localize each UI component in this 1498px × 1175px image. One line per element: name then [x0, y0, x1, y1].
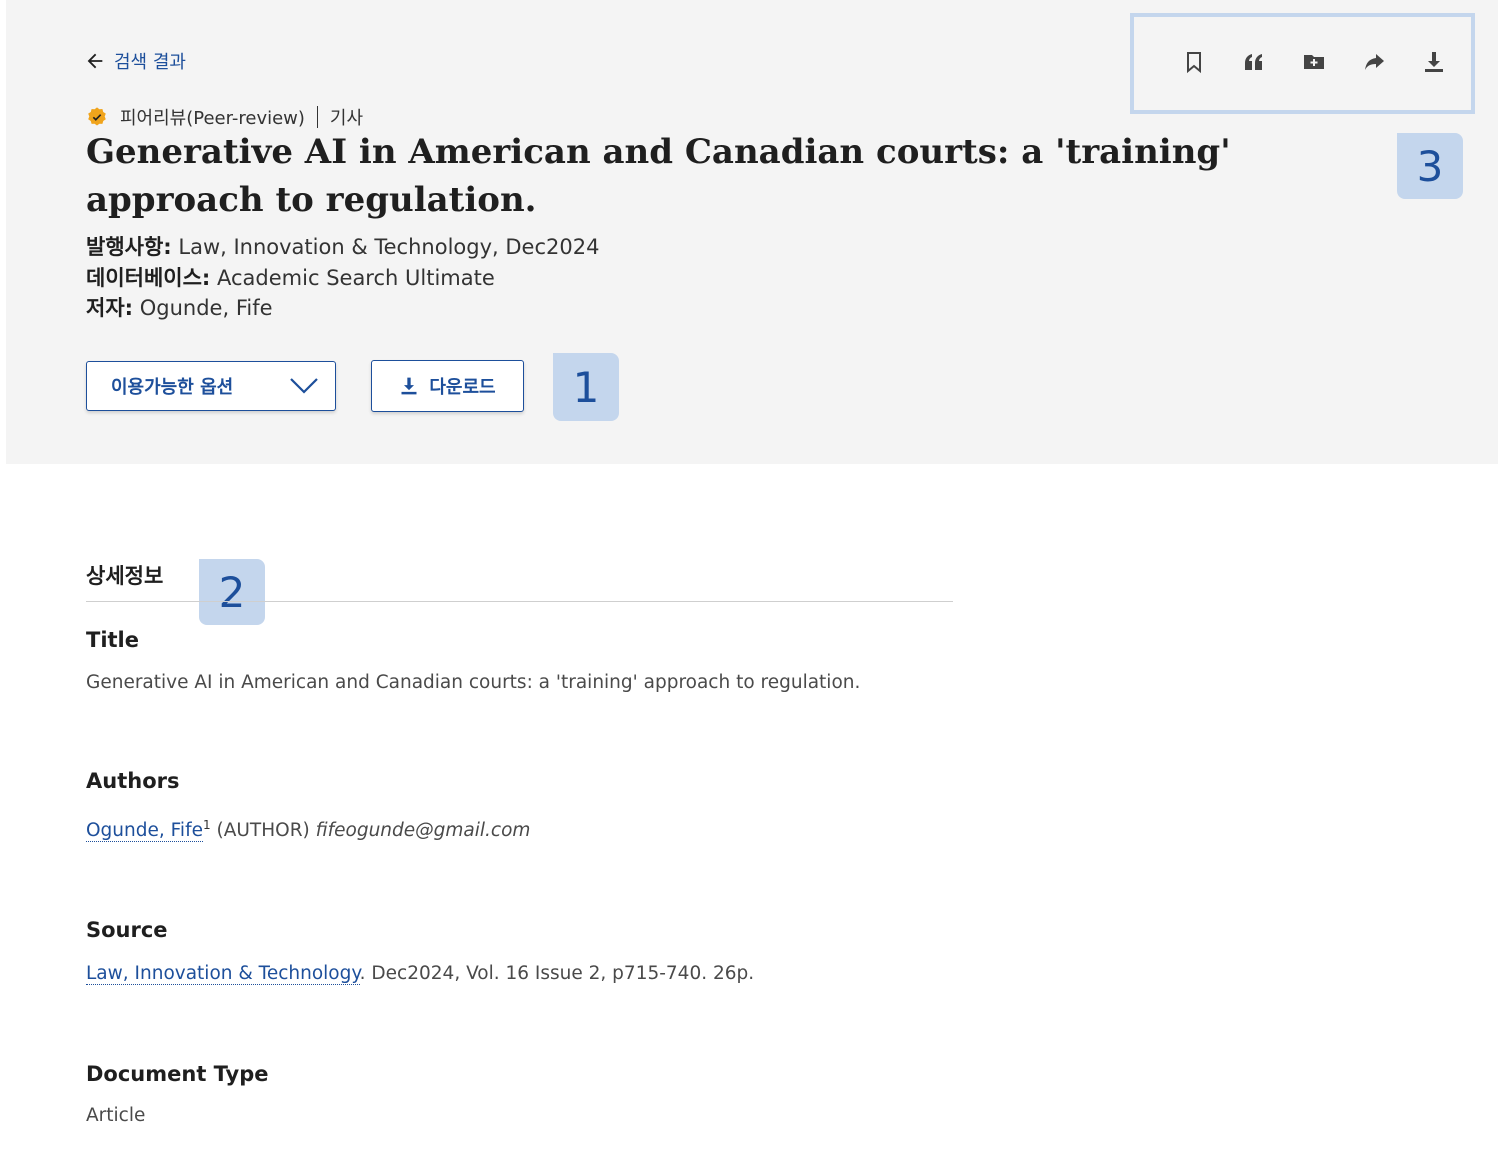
share-button[interactable] [1344, 44, 1404, 80]
article-info: 발행사항: Law, Innovation & Technology, Dec2… [86, 232, 599, 324]
callout-badge-2: 2 [199, 559, 265, 625]
share-icon [1365, 54, 1384, 70]
cite-button[interactable] [1224, 44, 1284, 80]
bookmark-icon [1187, 52, 1201, 74]
author-link[interactable]: Ogunde, Fife [86, 820, 203, 843]
back-to-results-link[interactable]: 검색 결과 [84, 48, 186, 74]
title-field-value: Generative AI in American and Canadian c… [86, 672, 861, 693]
available-options-dropdown[interactable]: 이용가능한 옵션 [86, 361, 336, 411]
article-meta: 피어리뷰(Peer-review) 기사 [86, 104, 363, 130]
add-to-folder-button[interactable] [1284, 44, 1344, 80]
document-type-label: Document Type [86, 1062, 269, 1086]
back-label: 검색 결과 [114, 52, 186, 73]
article-title: Generative AI in American and Canadian c… [86, 132, 1231, 220]
callout-badge-1: 1 [553, 353, 619, 421]
download-icon [1425, 52, 1443, 72]
title-field-label: Title [86, 628, 140, 652]
author-affiliation-sup: 1 [202, 818, 211, 832]
arrow-left-icon [87, 53, 103, 69]
meta-divider [316, 106, 318, 128]
download-icon [401, 377, 417, 395]
callout-badge-3: 3 [1397, 133, 1463, 199]
document-kind-label: 기사 [329, 108, 364, 129]
source-field-label: Source [86, 918, 168, 942]
chevron-down-icon [290, 378, 318, 394]
quote-icon [1245, 54, 1262, 70]
download-label: 다운로드 [429, 377, 496, 398]
add-folder-icon [1304, 55, 1324, 69]
authors-field-value: Ogunde, Fife1 (AUTHOR) fifeogunde@gmail.… [86, 818, 531, 843]
source-field-value: Law, Innovation & Technology. Dec2024, V… [86, 963, 755, 985]
download-button[interactable]: 다운로드 [371, 360, 524, 412]
peer-review-badge-icon [88, 107, 106, 126]
section-divider [86, 601, 953, 602]
document-type-value: Article [86, 1105, 146, 1126]
author-line: 저자: Ogunde, Fife [86, 296, 273, 320]
toolbar-download-button[interactable] [1404, 44, 1464, 80]
source-link[interactable]: Law, Innovation & Technology [86, 963, 360, 985]
bookmark-button[interactable] [1164, 44, 1224, 80]
authors-field-label: Authors [86, 769, 180, 793]
details-section-title: 상세정보 [86, 564, 164, 588]
author-role: (AUTHOR) [216, 820, 310, 842]
source-details: . Dec2024, Vol. 16 Issue 2, p715-740. 26… [359, 963, 755, 984]
peer-review-label: 피어리뷰(Peer-review) [120, 108, 305, 129]
database-line: 데이터베이스: Academic Search Ultimate [86, 265, 495, 290]
article-toolbar [1164, 44, 1464, 80]
publication-line: 발행사항: Law, Innovation & Technology, Dec2… [86, 235, 600, 259]
author-email: fifeogunde@gmail.com [315, 820, 531, 842]
available-options-label: 이용가능한 옵션 [111, 377, 234, 398]
